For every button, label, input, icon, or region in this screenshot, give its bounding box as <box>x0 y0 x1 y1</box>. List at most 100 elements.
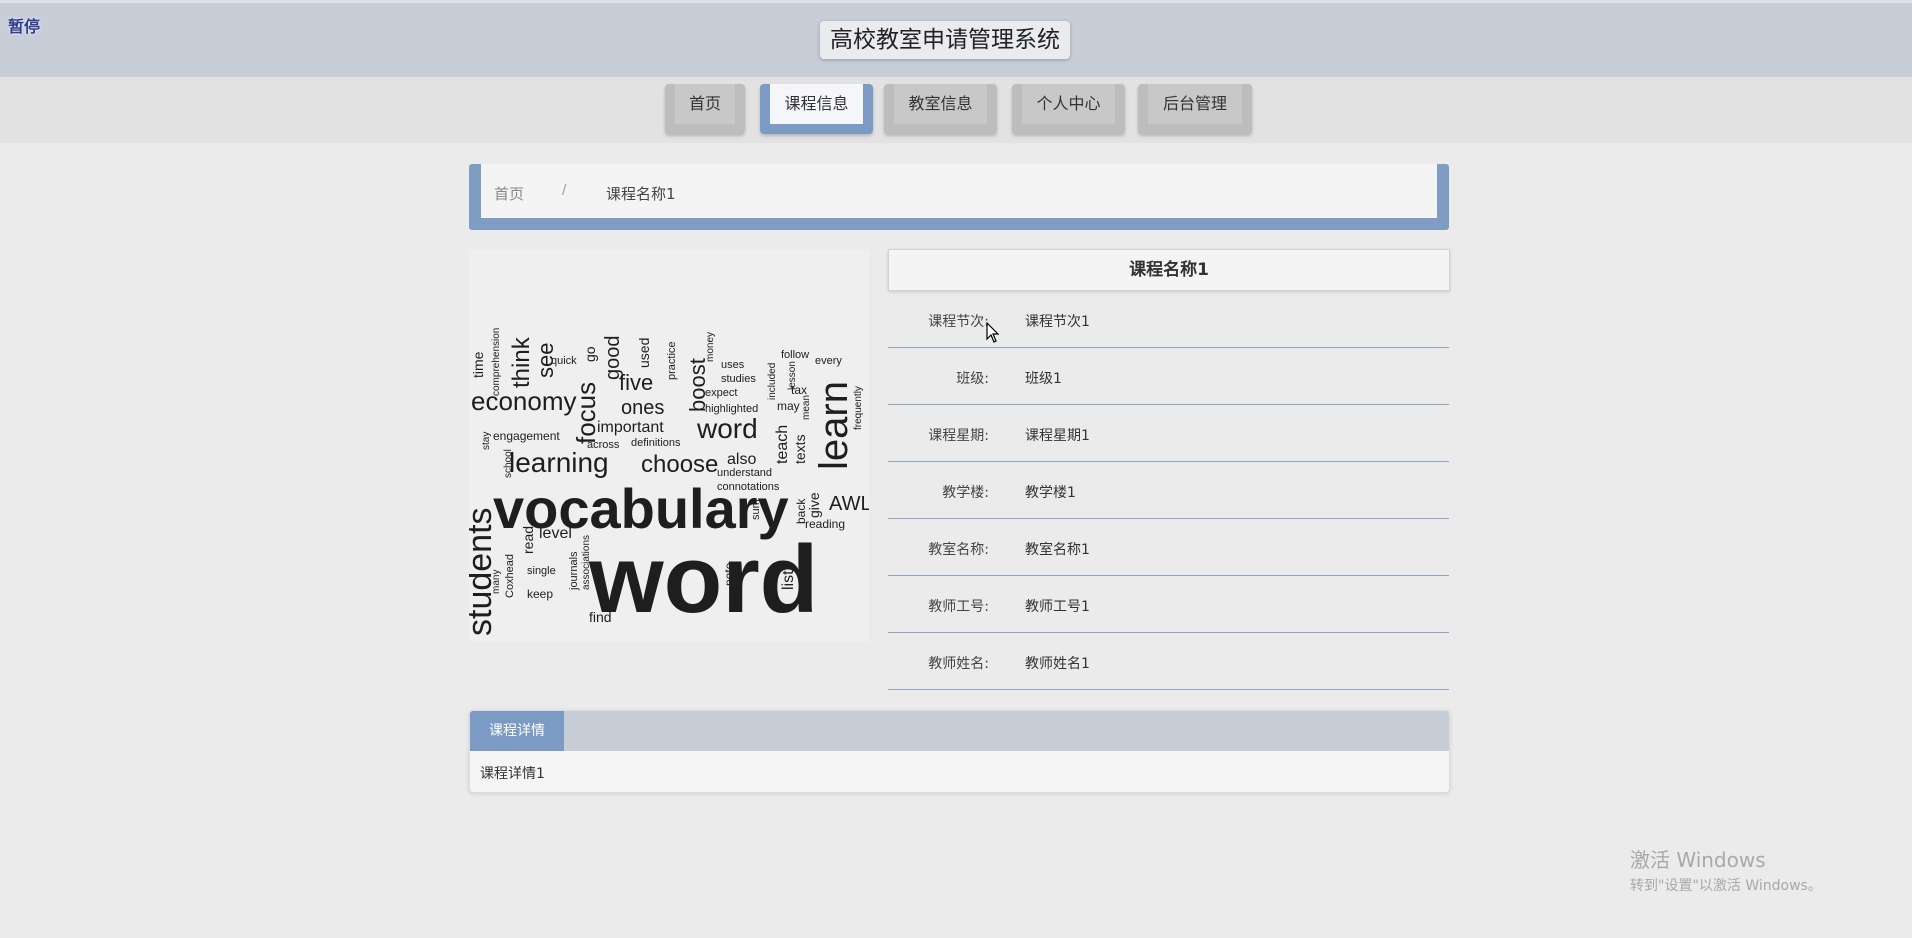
word-cloud-word: read <box>520 526 536 554</box>
word-cloud-word: lesson <box>787 361 798 390</box>
word-cloud-word: across <box>587 439 620 451</box>
word-cloud-word: many <box>491 570 502 594</box>
nav-item-label: 后台管理 <box>1148 84 1242 124</box>
mouse-cursor-icon <box>986 322 1000 343</box>
word-cloud-word: go <box>582 346 598 362</box>
nav-item-admin[interactable]: 后台管理 <box>1138 84 1252 134</box>
word-cloud-word: learn <box>812 381 856 470</box>
word-cloud-word: school <box>503 449 514 478</box>
nav-item-label: 教室信息 <box>894 84 987 124</box>
word-cloud-word: learning <box>509 447 609 478</box>
word-cloud-word: five <box>619 370 653 395</box>
word-cloud-word: time <box>470 351 486 378</box>
watermark-subtitle: 转到"设置"以激活 Windows。 <box>1630 878 1822 894</box>
tab-header: 课程详情 <box>470 711 1449 751</box>
word-cloud-word: definitions <box>631 437 681 449</box>
word-cloud-word: associations <box>581 535 592 590</box>
word-cloud-word: quick <box>551 355 577 367</box>
detail-value: 课程星期1 <box>1025 428 1090 444</box>
word-cloud-word: sum <box>750 499 762 520</box>
detail-value: 教师姓名1 <box>1025 656 1090 672</box>
word-cloud-word: list <box>780 570 797 590</box>
detail-row-teacher-id: 教师工号: 教师工号1 <box>888 576 1449 633</box>
word-cloud-word: stay <box>481 432 492 450</box>
tab-course-details[interactable]: 课程详情 <box>470 711 564 751</box>
word-cloud-word: level <box>539 525 572 542</box>
detail-label: 教室名称: <box>928 542 989 558</box>
word-cloud-word: every <box>815 355 842 367</box>
tab-content: 课程详情1 <box>480 766 545 782</box>
detail-value: 班级1 <box>1025 371 1062 387</box>
word-cloud-word: comprehension <box>491 328 502 396</box>
word-cloud-word: note <box>722 562 736 586</box>
detail-label: 班级: <box>956 371 989 387</box>
word-cloud-word: practice <box>666 341 678 380</box>
detail-row-classroom-name: 教室名称: 教室名称1 <box>888 519 1449 576</box>
word-cloud-image: word vocabulary learning learn word choo… <box>469 250 869 642</box>
detail-label: 教师工号: <box>928 599 989 615</box>
word-cloud-word: good <box>602 336 624 381</box>
breadcrumb-current: 课程名称1 <box>606 185 676 203</box>
breadcrumb-home-link[interactable]: 首页 <box>494 183 524 204</box>
nav-item-course-info[interactable]: 课程信息 <box>760 84 873 134</box>
course-name-title: 课程名称1 <box>888 249 1450 291</box>
word-cloud-word: Coxhead <box>504 554 516 598</box>
course-detail-tab-panel: 课程详情 课程详情1 <box>469 710 1450 793</box>
nav-item-label: 个人中心 <box>1022 84 1115 124</box>
breadcrumb-separator: / <box>562 183 567 198</box>
word-cloud-word: single <box>527 565 556 577</box>
nav-item-classroom-info[interactable]: 教室信息 <box>884 84 997 134</box>
word-cloud-word: AWL <box>829 493 869 515</box>
word-cloud-word: find <box>589 609 612 625</box>
pause-overlay-label[interactable]: 暂停 <box>8 13 40 37</box>
detail-value: 教室名称1 <box>1025 542 1090 558</box>
detail-label: 课程节次: <box>928 314 989 330</box>
course-image: word vocabulary learning learn word choo… <box>469 250 869 642</box>
detail-row-course-period: 课程节次: 课程节次1 <box>888 291 1449 348</box>
word-cloud-word: texts <box>792 434 808 464</box>
word-cloud-word: keep <box>527 587 553 601</box>
detail-value: 课程节次1 <box>1025 314 1090 330</box>
top-header: 暂停 高校教室申请管理系统 <box>0 0 1912 77</box>
word-cloud-word: think <box>508 336 535 388</box>
word-cloud-word: may <box>777 399 800 413</box>
detail-row-weekday: 课程星期: 课程星期1 <box>888 405 1449 462</box>
nav-item-label: 首页 <box>675 84 735 124</box>
nav-item-personal-center[interactable]: 个人中心 <box>1012 84 1125 134</box>
word-cloud-word: mean <box>801 395 812 420</box>
word-cloud-word: uses <box>721 359 745 371</box>
word-cloud-word: ones <box>621 397 664 419</box>
word-cloud-word: also <box>727 451 756 468</box>
detail-row-class: 班级: 班级1 <box>888 348 1449 405</box>
word-cloud-word: economy <box>471 386 577 416</box>
nav-item-home[interactable]: 首页 <box>665 84 745 134</box>
windows-activation-watermark: 激活 Windows 转到"设置"以激活 Windows。 <box>1630 844 1822 895</box>
detail-row-building: 教学楼: 教学楼1 <box>888 462 1449 519</box>
detail-label: 教师姓名: <box>928 656 989 672</box>
word-cloud-word: frequently <box>853 386 864 430</box>
word-cloud-word: give <box>806 492 822 518</box>
word-cloud-word: studies <box>721 373 756 385</box>
word-cloud-word: important <box>597 419 664 436</box>
word-cloud-word: included <box>767 363 778 400</box>
watermark-title: 激活 Windows <box>1630 848 1766 872</box>
word-cloud-word: word <box>696 413 758 444</box>
detail-label: 课程星期: <box>928 428 989 444</box>
word-cloud-word: journals <box>568 551 580 591</box>
nav-item-label: 课程信息 <box>770 84 863 124</box>
main-nav: 首页 课程信息 教室信息 个人中心 后台管理 <box>0 77 1912 143</box>
detail-value: 教学楼1 <box>1025 485 1076 501</box>
word-cloud-word: expect <box>705 387 737 399</box>
word-cloud-word: teach <box>774 425 791 464</box>
word-cloud-word: engagement <box>493 429 560 443</box>
word-cloud-word: understand <box>717 467 772 479</box>
detail-label: 教学楼: <box>942 485 989 501</box>
word-cloud-word: used <box>636 338 652 368</box>
word-cloud-word: follow <box>781 349 809 361</box>
word-cloud-word: highlighted <box>705 403 758 415</box>
site-title: 高校教室申请管理系统 <box>820 21 1070 59</box>
detail-value: 教师工号1 <box>1025 599 1090 615</box>
word-cloud-word: reading <box>805 517 845 531</box>
word-cloud-word: connotations <box>717 481 780 493</box>
word-cloud-word: money <box>705 332 716 362</box>
